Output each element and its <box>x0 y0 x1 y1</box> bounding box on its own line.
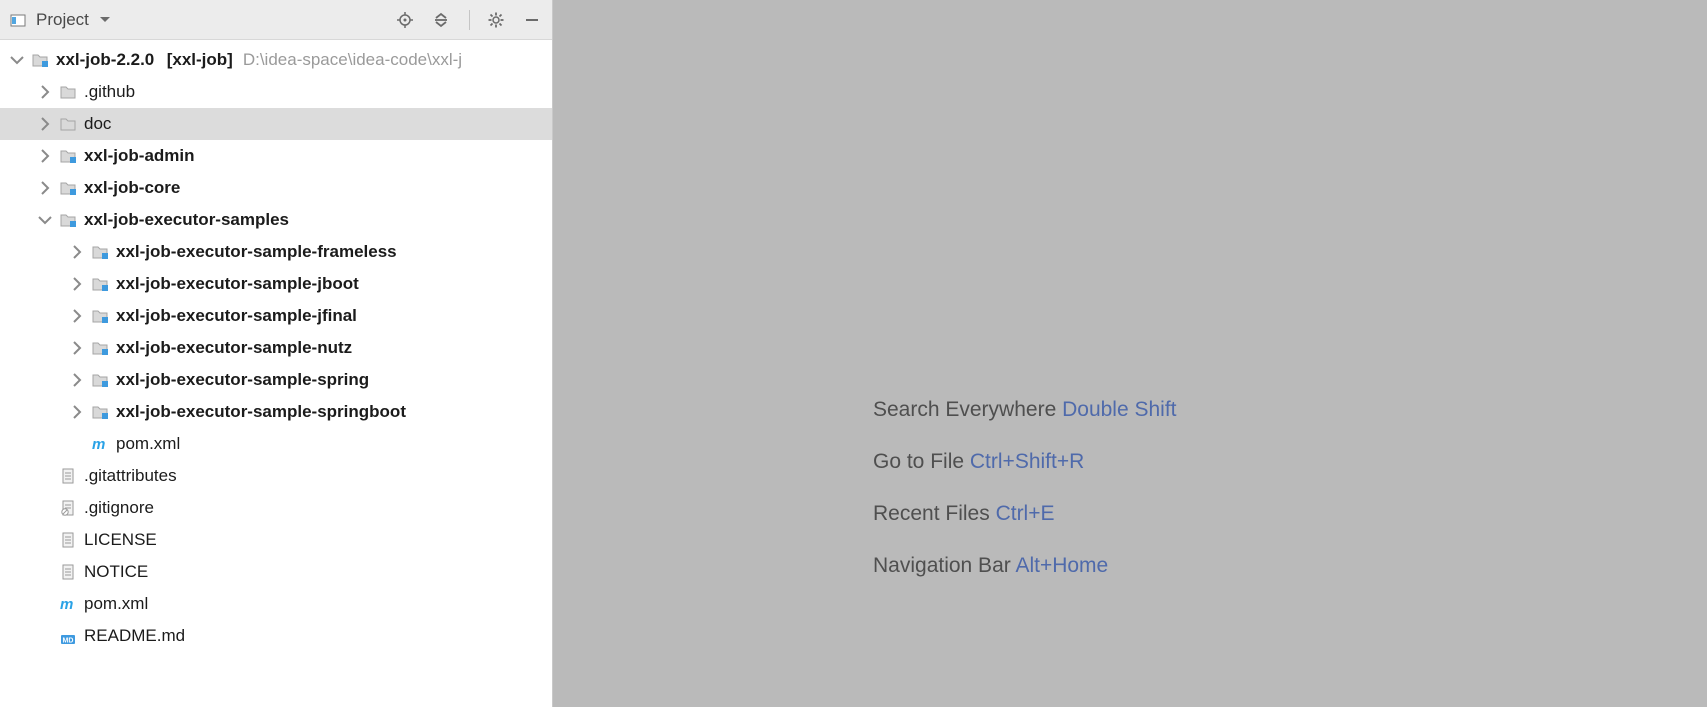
module-folder-icon <box>90 403 110 421</box>
hint-label: Search Everywhere <box>873 398 1056 421</box>
chevron-right-icon[interactable] <box>68 307 86 325</box>
tree-item-admin[interactable]: xxl-job-admin <box>0 140 552 172</box>
text-file-icon <box>58 563 78 581</box>
collapse-all-icon[interactable] <box>431 11 451 29</box>
locate-icon[interactable] <box>395 11 415 29</box>
tree-item-sample-springboot[interactable]: xxl-job-executor-sample-springboot <box>0 396 552 428</box>
project-tool-window: Project xxl-job-2.2.0 [xxl-job] D:\idea-… <box>0 0 553 707</box>
module-folder-icon <box>30 51 50 69</box>
root-bracket: [xxl-job] <box>167 50 233 70</box>
tree-item-pom-root[interactable]: pom.xml <box>0 588 552 620</box>
root-path: D:\idea-space\idea-code\xxl-j <box>243 50 462 70</box>
hint-shortcut: Double Shift <box>1062 398 1176 421</box>
module-folder-icon <box>90 243 110 261</box>
hint-navigation-bar: Navigation Bar Alt+Home <box>873 554 1177 578</box>
tree-item-notice[interactable]: NOTICE <box>0 556 552 588</box>
tree-item-gitignore[interactable]: .gitignore <box>0 492 552 524</box>
tree-item-label: pom.xml <box>116 434 180 454</box>
chevron-right-icon[interactable] <box>68 403 86 421</box>
module-folder-icon <box>90 307 110 325</box>
chevron-right-icon[interactable] <box>36 115 54 133</box>
chevron-down-icon[interactable] <box>36 211 54 229</box>
hint-label: Recent Files <box>873 502 990 525</box>
maven-icon <box>58 595 78 613</box>
project-view-icon <box>8 11 28 29</box>
tree-item-sample-frameless[interactable]: xxl-job-executor-sample-frameless <box>0 236 552 268</box>
chevron-right-icon[interactable] <box>68 371 86 389</box>
tree-item-doc[interactable]: doc <box>0 108 552 140</box>
markdown-icon <box>58 627 78 645</box>
tree-item-label: README.md <box>84 626 185 646</box>
tree-item-label: NOTICE <box>84 562 148 582</box>
tree-root[interactable]: xxl-job-2.2.0 [xxl-job] D:\idea-space\id… <box>0 44 552 76</box>
editor-empty-area: Search Everywhere Double Shift Go to Fil… <box>553 0 1707 707</box>
panel-actions <box>395 10 544 30</box>
tree-item-sample-jfinal[interactable]: xxl-job-executor-sample-jfinal <box>0 300 552 332</box>
maven-icon <box>90 435 110 453</box>
tree-item-pom-inner[interactable]: pom.xml <box>0 428 552 460</box>
hint-label: Go to File <box>873 450 964 473</box>
hint-shortcut: Alt+Home <box>1015 554 1108 577</box>
tree-item-gitattributes[interactable]: .gitattributes <box>0 460 552 492</box>
tree-item-label: xxl-job-admin <box>84 146 195 166</box>
hint-shortcut: Ctrl+E <box>996 502 1055 525</box>
tree-item-readme[interactable]: README.md <box>0 620 552 652</box>
tree-item-label: doc <box>84 114 111 134</box>
chevron-right-icon[interactable] <box>68 275 86 293</box>
hint-shortcut: Ctrl+Shift+R <box>970 450 1084 473</box>
tree-item-label: pom.xml <box>84 594 148 614</box>
tree-item-label: .github <box>84 82 135 102</box>
folder-icon <box>58 83 78 101</box>
tree-item-label: xxl-job-executor-sample-jboot <box>116 274 359 294</box>
hint-search-everywhere: Search Everywhere Double Shift <box>873 398 1177 422</box>
module-folder-icon <box>90 371 110 389</box>
chevron-down-icon[interactable] <box>8 51 26 69</box>
chevron-right-icon[interactable] <box>68 339 86 357</box>
project-tree[interactable]: xxl-job-2.2.0 [xxl-job] D:\idea-space\id… <box>0 40 552 707</box>
tree-item-label: .gitignore <box>84 498 154 518</box>
tree-item-sample-spring[interactable]: xxl-job-executor-sample-spring <box>0 364 552 396</box>
hint-label: Navigation Bar <box>873 554 1011 577</box>
tree-item-sample-nutz[interactable]: xxl-job-executor-sample-nutz <box>0 332 552 364</box>
tree-item-label: xxl-job-executor-sample-frameless <box>116 242 397 262</box>
panel-title-group[interactable]: Project <box>8 10 395 30</box>
tree-item-label: xxl-job-executor-sample-jfinal <box>116 306 357 326</box>
caret-down-icon <box>95 11 115 29</box>
gear-icon[interactable] <box>486 11 506 29</box>
tree-item-core[interactable]: xxl-job-core <box>0 172 552 204</box>
panel-header: Project <box>0 0 552 40</box>
tree-item-label: .gitattributes <box>84 466 177 486</box>
folder-icon <box>58 115 78 133</box>
module-folder-icon <box>90 339 110 357</box>
module-folder-icon <box>58 211 78 229</box>
tree-item-label: xxl-job-executor-sample-springboot <box>116 402 406 422</box>
toolbar-divider <box>469 10 470 30</box>
hint-recent-files: Recent Files Ctrl+E <box>873 502 1177 526</box>
chevron-right-icon[interactable] <box>68 243 86 261</box>
module-folder-icon <box>58 147 78 165</box>
navigation-hints: Search Everywhere Double Shift Go to Fil… <box>873 398 1177 578</box>
gitignore-icon <box>58 499 78 517</box>
hint-goto-file: Go to File Ctrl+Shift+R <box>873 450 1177 474</box>
panel-title: Project <box>36 10 89 30</box>
tree-item-executor-samples[interactable]: xxl-job-executor-samples <box>0 204 552 236</box>
chevron-right-icon[interactable] <box>36 147 54 165</box>
tree-item-label: xxl-job-core <box>84 178 180 198</box>
tree-item-license[interactable]: LICENSE <box>0 524 552 556</box>
text-file-icon <box>58 531 78 549</box>
tree-item-sample-jboot[interactable]: xxl-job-executor-sample-jboot <box>0 268 552 300</box>
tree-item-label: xxl-job-executor-samples <box>84 210 289 230</box>
tree-item-label: xxl-job-executor-sample-spring <box>116 370 369 390</box>
text-file-icon <box>58 467 78 485</box>
root-name: xxl-job-2.2.0 <box>56 50 154 70</box>
chevron-right-icon[interactable] <box>36 179 54 197</box>
tree-item-label: LICENSE <box>84 530 157 550</box>
chevron-right-icon[interactable] <box>36 83 54 101</box>
tree-item-label: xxl-job-executor-sample-nutz <box>116 338 352 358</box>
module-folder-icon <box>58 179 78 197</box>
minimize-icon[interactable] <box>522 11 542 29</box>
tree-item-github[interactable]: .github <box>0 76 552 108</box>
module-folder-icon <box>90 275 110 293</box>
